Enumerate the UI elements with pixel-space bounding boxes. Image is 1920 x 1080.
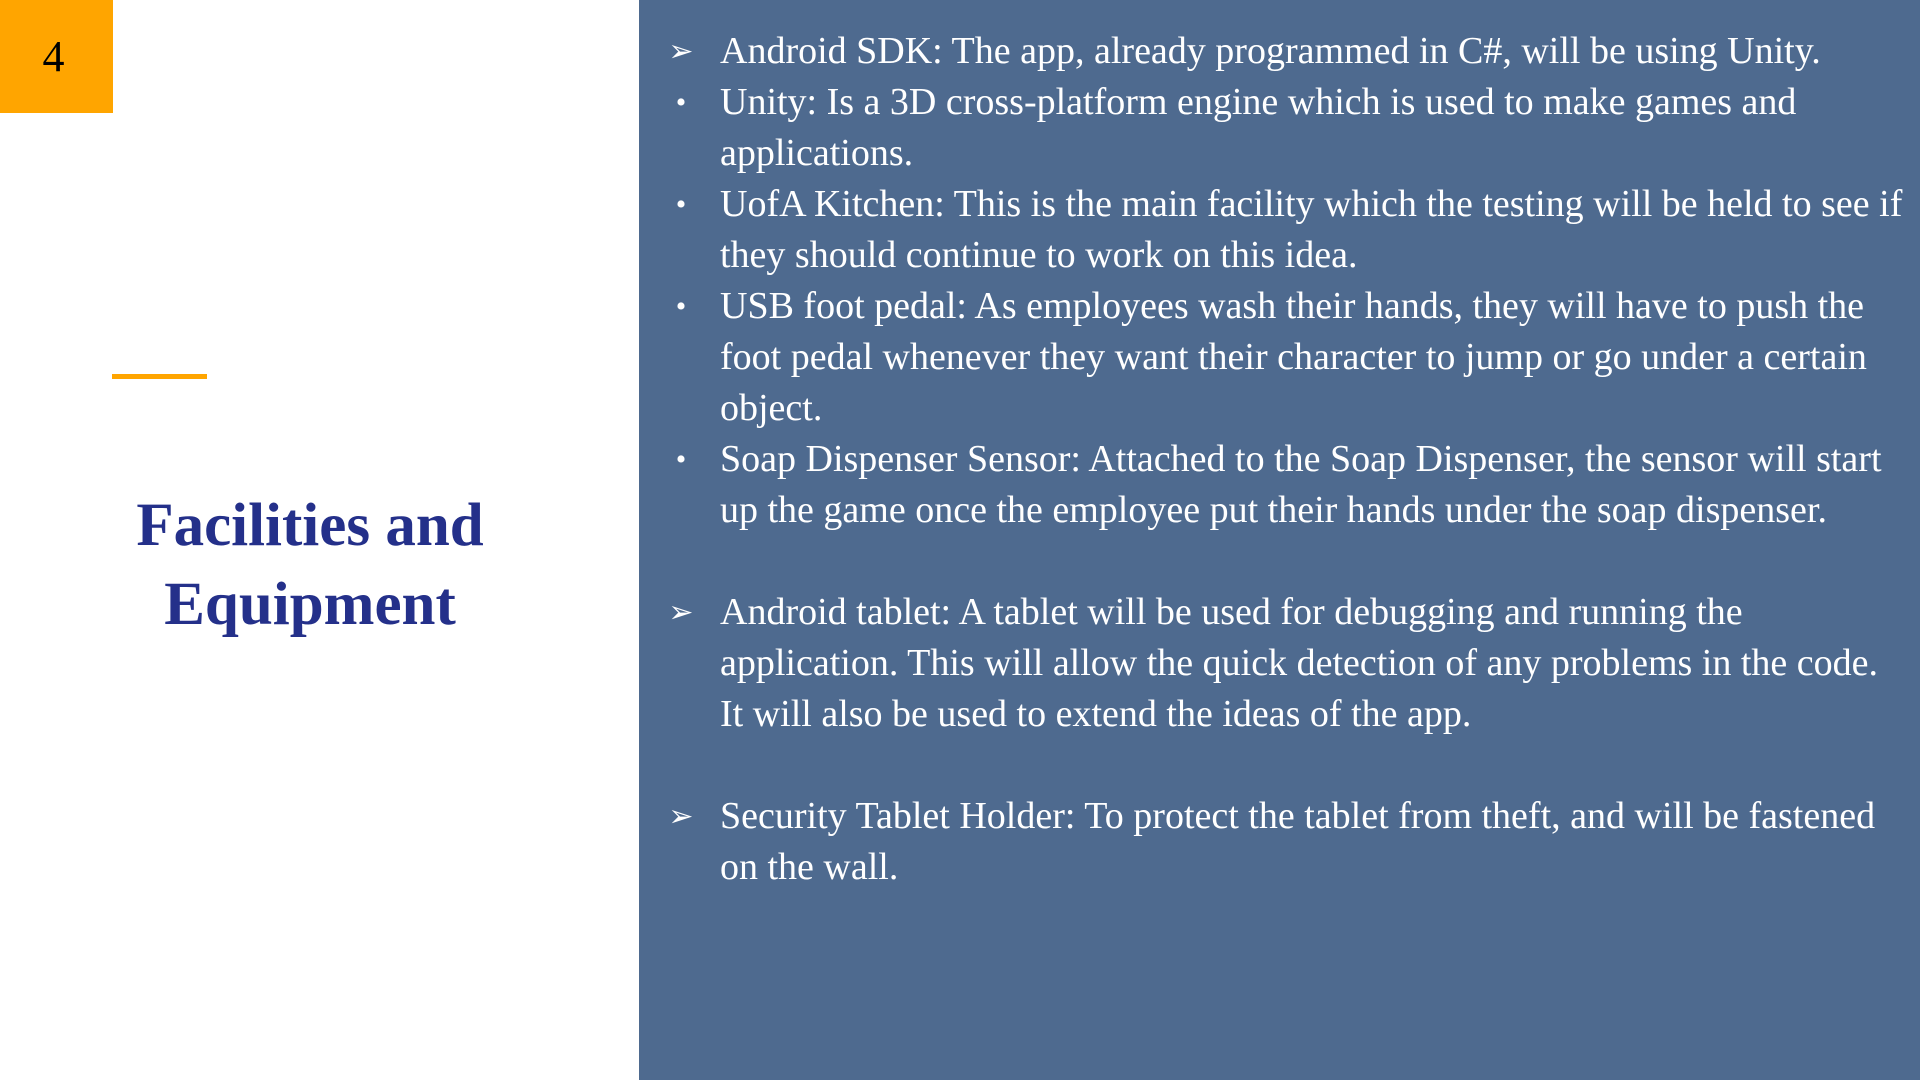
list-item-text: Unity: Is a 3D cross-platform engine whi… <box>720 81 1797 174</box>
slide-title: Facilities and Equipment <box>60 486 560 644</box>
list-item-security-tablet-holder: ➢ Security Tablet Holder: To protect the… <box>639 791 1906 893</box>
arrow-bullet-icon: ➢ <box>668 799 694 834</box>
list-item-android-tablet: ➢ Android tablet: A tablet will be used … <box>639 587 1906 740</box>
bullet-icon: • <box>675 86 687 119</box>
list-item-text: Security Tablet Holder: To protect the t… <box>720 795 1876 888</box>
list-item-android-sdk: ➢ Android SDK: The app, already programm… <box>639 26 1906 77</box>
slide-number-badge: 4 <box>0 0 113 113</box>
bullet-icon: • <box>675 188 687 221</box>
list-item-soap-dispenser-sensor: • Soap Dispenser Sensor: Attached to the… <box>639 434 1906 536</box>
list-item-usb-foot-pedal: • USB foot pedal: As employees wash thei… <box>639 281 1906 434</box>
slide-title-line-1: Facilities and <box>136 492 484 559</box>
accent-bar <box>112 374 207 379</box>
list-item-text: USB foot pedal: As employees wash their … <box>720 285 1867 429</box>
list-item-text: Android SDK: The app, already programmed… <box>720 30 1821 72</box>
list-item-text: Soap Dispenser Sensor: Attached to the S… <box>720 438 1882 531</box>
left-panel: 4 Facilities and Equipment <box>0 0 639 1080</box>
list-item-text: UofA Kitchen: This is the main facility … <box>720 183 1903 276</box>
arrow-bullet-icon: ➢ <box>668 595 694 630</box>
slide-title-line-2: Equipment <box>164 571 456 638</box>
bullet-icon: • <box>675 290 687 323</box>
list-item-text: Android tablet: A tablet will be used fo… <box>720 591 1879 735</box>
content-panel: ➢ Android SDK: The app, already programm… <box>639 0 1920 1080</box>
list-item-unity: • Unity: Is a 3D cross-platform engine w… <box>639 77 1906 179</box>
list-item-uofa-kitchen: • UofA Kitchen: This is the main facilit… <box>639 179 1906 281</box>
arrow-bullet-icon: ➢ <box>668 34 694 69</box>
bullet-icon: • <box>675 443 687 476</box>
